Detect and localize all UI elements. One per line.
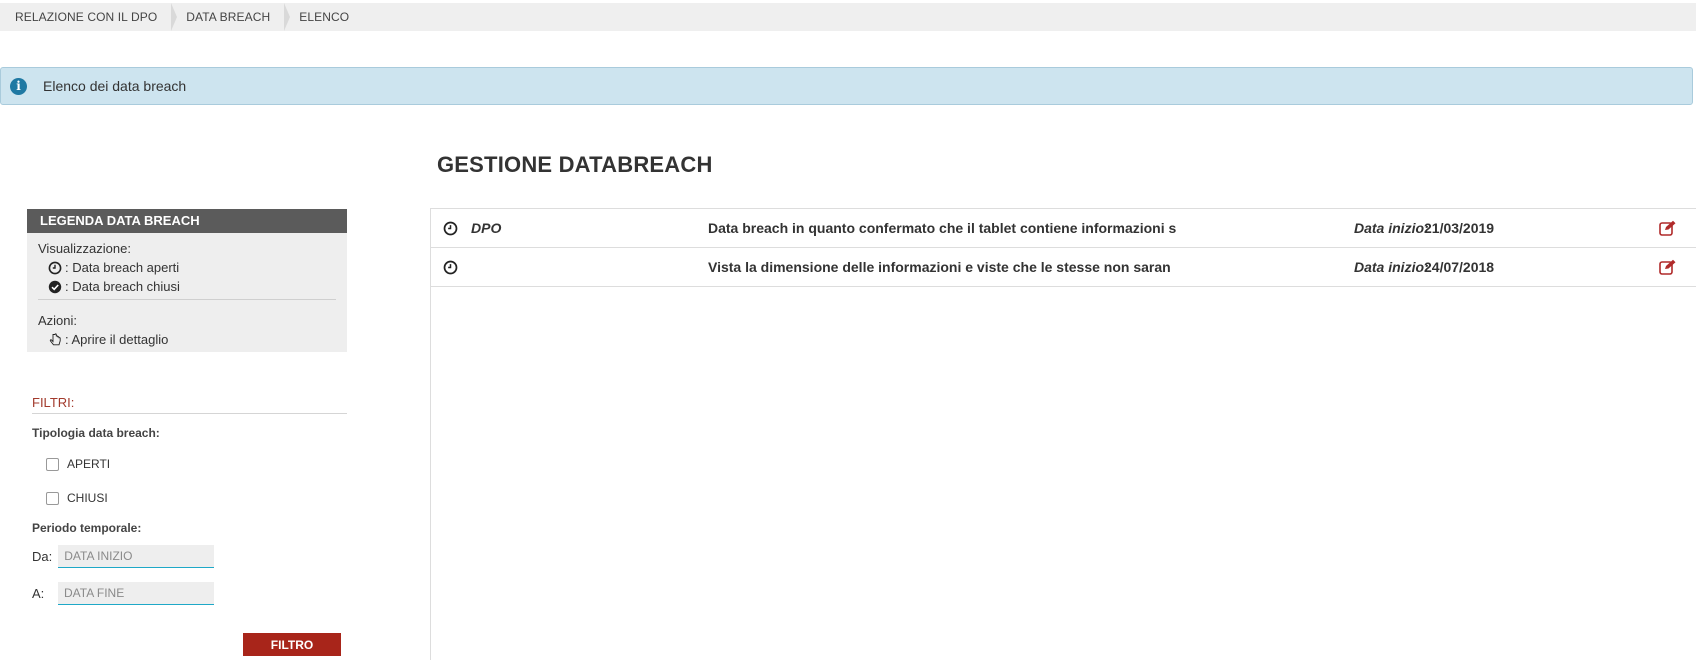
hand-pointer-icon — [49, 332, 61, 345]
open-checkbox[interactable] — [46, 457, 59, 471]
legend-visualization-label: Visualizzazione: — [38, 241, 131, 256]
clock-icon — [443, 221, 458, 235]
table-row[interactable]: DPO Data breach in quanto confermato che… — [431, 209, 1696, 248]
info-text: Elenco dei data breach — [43, 78, 187, 94]
row-date-label: Data inizio: — [1354, 220, 1429, 236]
clock-icon — [48, 261, 62, 274]
row-description: Vista la dimensione delle informazioni e… — [708, 259, 1171, 275]
filter-option-closed[interactable]: CHIUSI — [46, 491, 347, 505]
date-to-input[interactable] — [58, 582, 214, 605]
edit-icon[interactable] — [1659, 259, 1677, 275]
date-to-label: A: — [32, 586, 45, 601]
legend-item-open: : Data breach aperti — [38, 258, 336, 277]
row-description: Data breach in quanto confermato che il … — [708, 220, 1177, 236]
legend-divider — [38, 299, 336, 300]
clock-icon — [443, 260, 458, 274]
legend-item-closed: : Data breach chiusi — [38, 277, 336, 296]
legend-closed-label: : Data breach chiusi — [65, 279, 180, 294]
filters-panel: FILTRI: Tipologia data breach: APERTI CH… — [32, 395, 347, 605]
breadcrumb: RELAZIONE CON IL DPO DATA BREACH ELENCO — [0, 3, 1696, 31]
breadcrumb-item-relazione-dpo[interactable]: RELAZIONE CON IL DPO — [0, 3, 178, 31]
date-to-row: A: — [32, 582, 347, 605]
info-banner: i Elenco dei data breach — [0, 67, 1693, 105]
breadcrumb-item-data-breach[interactable]: DATA BREACH — [171, 3, 291, 31]
legend-box: LEGENDA DATA BREACH Visualizzazione: : D… — [27, 209, 347, 352]
legend-title: LEGENDA DATA BREACH — [27, 209, 347, 233]
row-date-label: Data inizio: — [1354, 259, 1429, 275]
filter-option-open[interactable]: APERTI — [46, 457, 347, 471]
table-row[interactable]: Vista la dimensione delle informazioni e… — [431, 248, 1696, 287]
row-date: 21/03/2019 — [1424, 220, 1495, 236]
date-from-input[interactable] — [58, 545, 215, 568]
databreach-list: DPO Data breach in quanto confermato che… — [430, 208, 1696, 660]
row-author: DPO — [471, 220, 502, 236]
page-title: GESTIONE DATABREACH — [437, 152, 713, 177]
filter-button[interactable]: FILTRO — [243, 633, 341, 656]
legend-actions-label: Azioni: — [38, 313, 78, 328]
check-circle-icon — [48, 280, 62, 293]
closed-checkbox[interactable] — [46, 491, 59, 505]
edit-icon[interactable] — [1659, 220, 1677, 236]
closed-option-label[interactable]: CHIUSI — [67, 491, 108, 505]
filter-type-label: Tipologia data breach: — [32, 426, 160, 440]
filters-title: FILTRI: — [32, 395, 347, 414]
legend-detail-label: : Aprire il dettaglio — [65, 332, 169, 347]
legend-open-label: : Data breach aperti — [65, 260, 180, 275]
info-icon: i — [10, 77, 27, 95]
date-from-label: Da: — [32, 549, 53, 564]
filter-period-label: Periodo temporale: — [32, 521, 142, 535]
open-option-label[interactable]: APERTI — [67, 457, 110, 471]
legend-item-detail: : Aprire il dettaglio — [38, 330, 336, 349]
date-from-row: Da: — [32, 545, 347, 568]
row-date: 24/07/2018 — [1424, 259, 1495, 275]
breadcrumb-item-elenco[interactable]: ELENCO — [284, 3, 363, 31]
